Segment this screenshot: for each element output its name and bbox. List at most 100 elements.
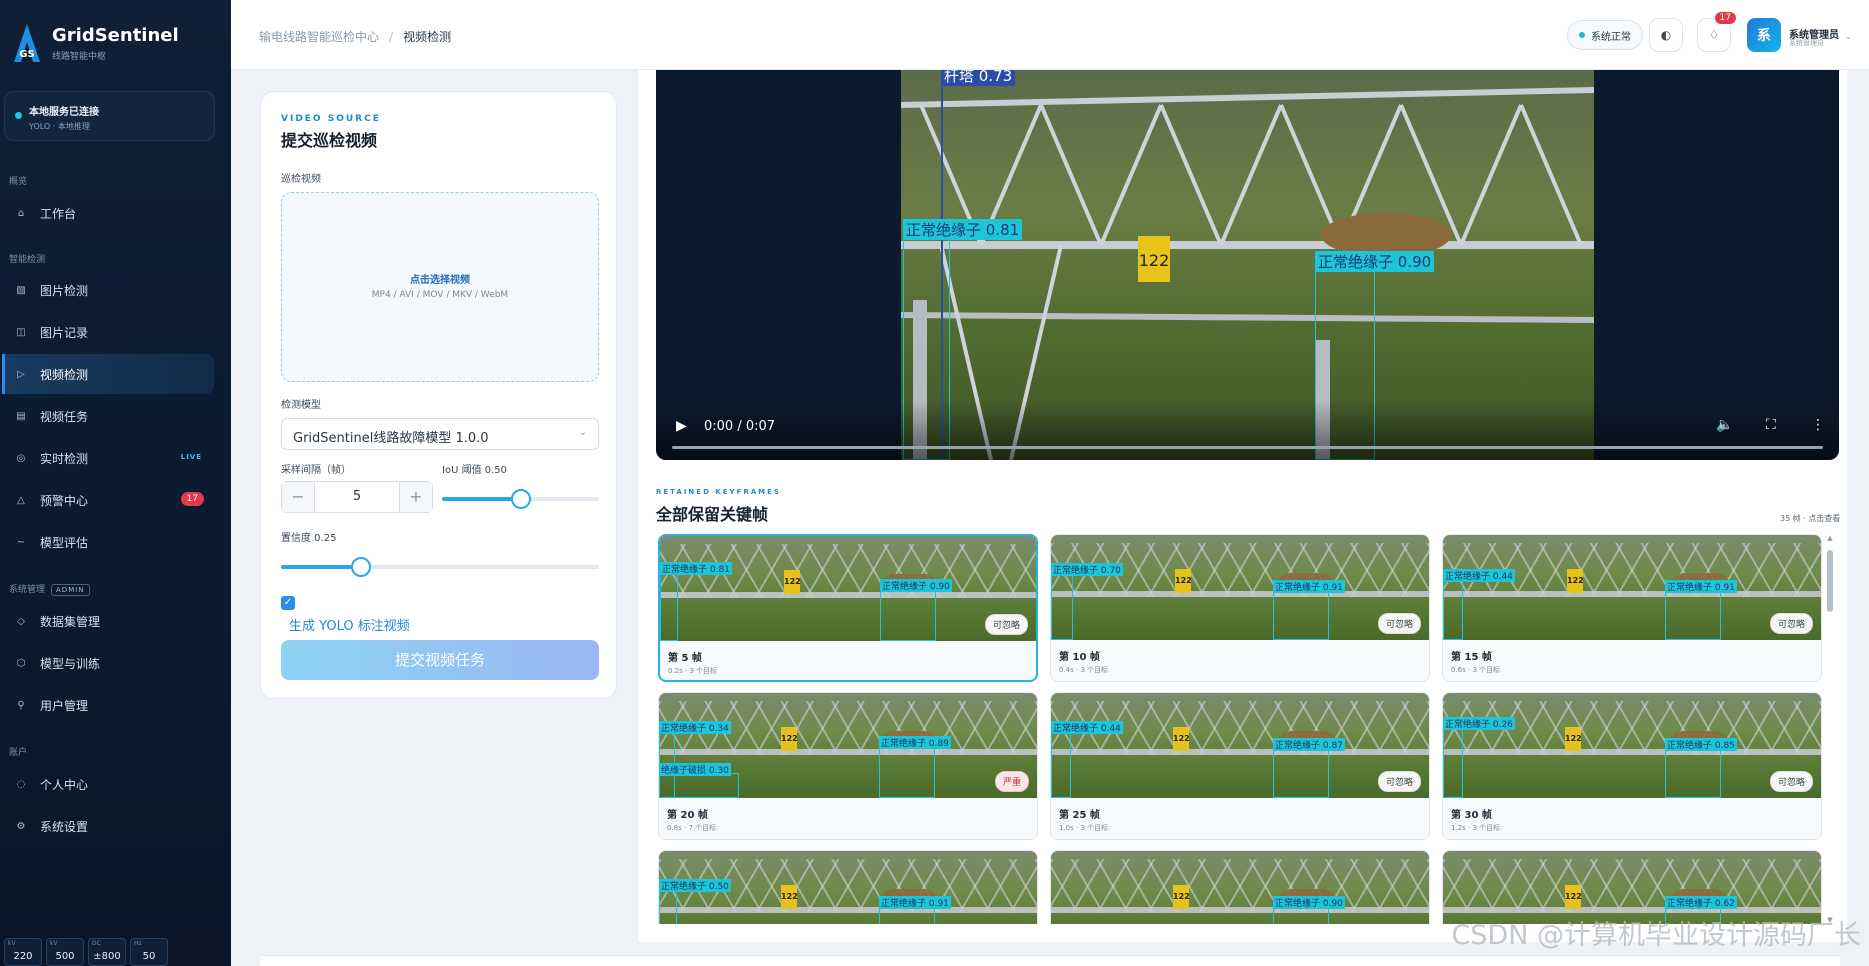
beam-graphic (1051, 907, 1429, 913)
detection-label: 正常绝缘子 0.26 (1443, 717, 1515, 730)
more-options-icon[interactable]: ⋮ (1811, 417, 1825, 433)
section-detect: 智能检测 (9, 255, 46, 265)
keyframe-card[interactable]: 122 正常绝缘子 0.50 正常绝缘子 0.91 (658, 850, 1038, 924)
system-status-text: 系统正常 (1591, 31, 1631, 43)
sidebar-item-label: 个人中心 (40, 777, 89, 792)
detection-box: 正常绝缘子 0.90 (1273, 896, 1345, 924)
beam-graphic (1443, 591, 1821, 597)
brand[interactable]: GS GridSentinel 线路智能中枢 (12, 22, 179, 64)
chevron-down-icon[interactable]: ⌄ (1845, 32, 1852, 41)
sidebar-item-profile[interactable]: ◌ 个人中心 (2, 764, 214, 804)
keyframe-meta: 1.0s · 3 个目标 (1059, 824, 1109, 832)
sidebar-item-models[interactable]: ⬡ 模型与训练 (2, 643, 214, 683)
detection-label: 正常绝缘子 0.91 (1665, 580, 1737, 593)
keyframe-card[interactable]: 122 正常绝缘子 0.70 正常绝缘子 0.91 可忽略 第 10 帧 0.4… (1050, 534, 1430, 682)
hexagon-icon: ⬡ (16, 657, 26, 669)
record-icon: ◫ (16, 326, 26, 338)
iou-slider-handle[interactable] (510, 489, 531, 509)
sidebar-item-users[interactable]: ⚲ 用户管理 (2, 685, 214, 725)
section-admin-label: 系统管理 (9, 585, 46, 595)
video-player[interactable]: 122 杆塔 0.73 正常绝缘子 0.81 正常绝缘子 0.90 ▶ 0:00… (656, 70, 1839, 460)
confidence-slider[interactable] (281, 557, 599, 577)
sidebar-item-alerts[interactable]: △ 预警中心 17 (2, 480, 214, 520)
dropzone-formats: MP4 / AVI / MOV / MKV / WebM (371, 290, 509, 300)
sidebar-item-video-tasks[interactable]: ▤ 视频任务 (2, 396, 214, 436)
scroll-up-icon[interactable]: ▲ (1826, 534, 1834, 542)
detection-box: 绝缘子破损 0.30 (659, 763, 739, 798)
sidebar-item-label: 视频任务 (40, 409, 89, 424)
service-title: 本地服务已连接 (29, 107, 99, 118)
avatar[interactable]: 系 (1747, 18, 1781, 52)
detection-label: 正常绝缘子 0.89 (879, 736, 951, 749)
card-eyebrow: VIDEO SOURCE (281, 114, 381, 124)
confidence-slider-handle[interactable] (350, 557, 371, 577)
scrollbar-thumb[interactable] (1827, 550, 1833, 612)
stat-value: 50 (142, 951, 156, 962)
keyframe-card[interactable]: 122 正常绝缘子 0.26 正常绝缘子 0.85 可忽略 第 30 帧 1.2… (1442, 692, 1822, 840)
keyframe-meta: 0.8s · 7 个目标 (667, 824, 717, 832)
fullscreen-icon[interactable]: ⛶ (1766, 417, 1776, 433)
keyframe-meta: 0.2s · 3 个目标 (668, 667, 718, 675)
model-select[interactable]: GridSentinel线路故障模型 1.0.0 ⌄ (281, 418, 599, 450)
submit-video-button[interactable]: 提交视频任务 (281, 640, 599, 680)
breadcrumb-separator: / (389, 30, 394, 44)
stat-value: ±800 (93, 951, 121, 962)
home-icon: ⌂ (17, 207, 25, 219)
tower-plate: 122 (1173, 885, 1190, 909)
detection-box: 正常绝缘子 0.85 (1665, 738, 1737, 798)
keyframes-scrollbar[interactable]: ▲ ▼ (1826, 534, 1834, 924)
sidebar-item-model-eval[interactable]: ∼ 模型评估 (2, 522, 214, 562)
sidebar-item-image-records[interactable]: ◫ 图片记录 (2, 312, 214, 352)
beam-graphic (1051, 749, 1429, 755)
stat-chip: kV 500 (46, 938, 84, 966)
keyframe-thumbnail: 122 正常绝缘子 0.44 正常绝缘子 0.91 可忽略 (1443, 535, 1821, 640)
sidebar-item-video-detect[interactable]: ▷ 视频检测 (2, 354, 214, 394)
sidebar-item-label: 图片检测 (40, 283, 89, 298)
sidebar-item-label: 视频检测 (40, 367, 89, 382)
theme-toggle-button[interactable]: ◐ (1649, 18, 1683, 52)
detection-box: 正常绝缘子 0.91 (879, 896, 951, 924)
interval-field-label: 采样间隔（帧） (281, 465, 351, 476)
stat-key: Hz (134, 940, 142, 947)
video-controls: ▶ 0:00 / 0:07 🔈 ⛶ ⋮ (656, 400, 1839, 460)
increment-button[interactable]: + (400, 482, 432, 512)
sidebar-item-realtime[interactable]: ◎ 实时检测 LIVE (2, 438, 214, 478)
sidebar-item-workbench[interactable]: ⌂ 工作台 (2, 193, 214, 233)
keyframe-meta: 0.6s · 3 个目标 (1451, 666, 1501, 674)
keyframe-name: 第 5 帧 (668, 653, 702, 664)
yolo-video-checkbox[interactable]: ✓ (281, 596, 295, 610)
keyframe-card[interactable]: 122 正常绝缘子 0.34 正常绝缘子 0.89 绝缘子破损 0.30 严重 … (658, 692, 1038, 840)
sidebar-item-image-detect[interactable]: ▧ 图片检测 (2, 270, 214, 310)
video-dropzone[interactable]: 点击选择视频 MP4 / AVI / MOV / MKV / WebM (281, 192, 599, 382)
keyframe-card[interactable]: 122 正常绝缘子 0.44 正常绝缘子 0.87 可忽略 第 25 帧 1.0… (1050, 692, 1430, 840)
system-status-pill[interactable]: 系统正常 (1567, 20, 1643, 50)
iou-slider[interactable] (442, 489, 599, 509)
keyframe-card[interactable]: 122 正常绝缘子 0.44 正常绝缘子 0.91 可忽略 第 15 帧 0.6… (1442, 534, 1822, 682)
keyframe-thumbnail: 122 正常绝缘子 0.44 正常绝缘子 0.87 可忽略 (1051, 693, 1429, 798)
sidebar-item-label: 实时检测 (40, 451, 89, 466)
yolo-video-checkbox-label[interactable]: 生成 YOLO 标注视频 (289, 615, 410, 634)
stat-key: kV (8, 940, 16, 947)
keyframe-card[interactable]: 122 正常绝缘子 0.90 (1050, 850, 1430, 924)
video-progress-bar[interactable] (672, 446, 1823, 449)
service-status-card: 本地服务已连接 YOLO · 本地推理 (4, 91, 215, 141)
keyframe-card[interactable]: 122 正常绝缘子 0.81 正常绝缘子 0.90 可忽略 第 5 帧 0.2s… (658, 534, 1038, 682)
notification-badge: 17 (1714, 12, 1736, 24)
video-time: 0:00 / 0:07 (704, 419, 776, 434)
interval-input[interactable]: 5 (314, 482, 400, 512)
play-icon[interactable]: ▶ (676, 418, 687, 434)
volume-icon[interactable]: 🔈 (1716, 417, 1733, 433)
detection-label: 正常绝缘子 0.81 (660, 562, 732, 575)
sidebar-item-label: 工作台 (40, 206, 77, 221)
bottom-card-edge (260, 955, 1840, 966)
tower-plate: 122 (1173, 727, 1190, 751)
notifications-button[interactable]: ♢ 17 (1697, 12, 1736, 52)
keyframes-grid: 122 正常绝缘子 0.81 正常绝缘子 0.90 可忽略 第 5 帧 0.2s… (658, 534, 1824, 924)
detection-box: 正常绝缘子 0.44 (1051, 721, 1123, 798)
breadcrumb-root[interactable]: 输电线路智能巡检中心 (259, 30, 379, 44)
decrement-button[interactable]: − (282, 482, 314, 512)
beam-graphic (660, 592, 1036, 598)
sidebar-item-datasets[interactable]: ◇ 数据集管理 (2, 601, 214, 641)
detection-label: 正常绝缘子 0.85 (1665, 738, 1737, 751)
sidebar-item-settings[interactable]: ⚙ 系统设置 (2, 806, 214, 846)
